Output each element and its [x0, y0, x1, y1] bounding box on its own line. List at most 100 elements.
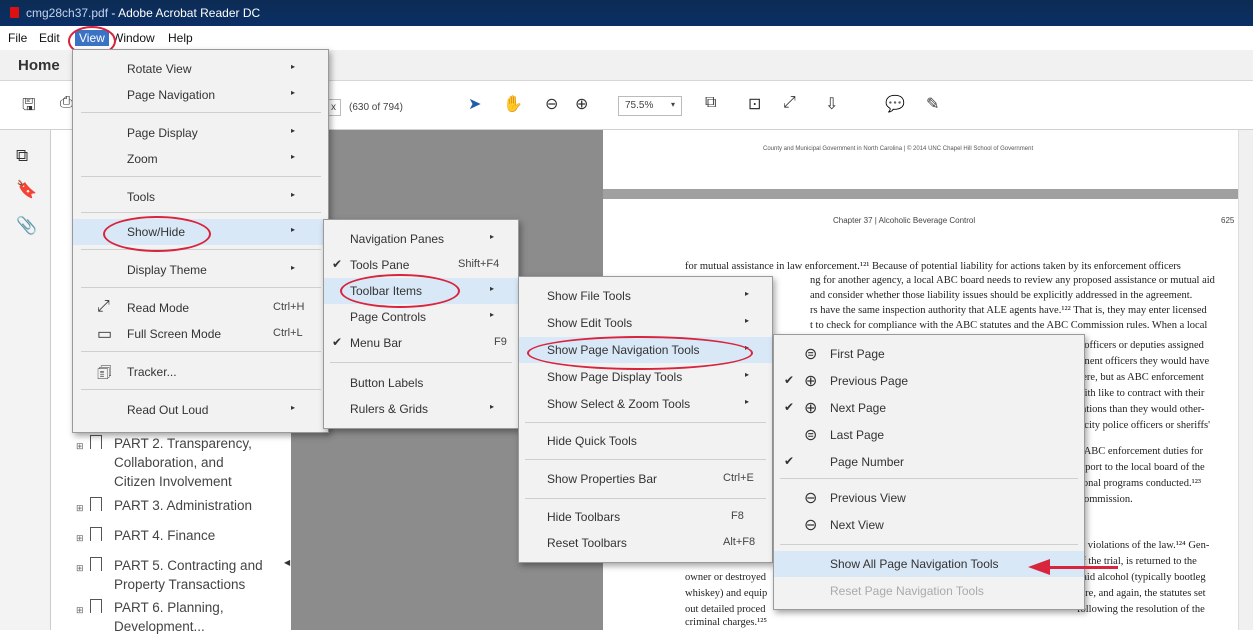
annotation-circle-toolbar-items	[340, 274, 460, 308]
bookmark-icon	[90, 557, 102, 571]
menu-item-menu-bar[interactable]: ✔ Menu Bar F9	[324, 330, 518, 356]
bookmark-icon	[90, 435, 102, 449]
menu-item-page-display[interactable]: Page Display ▸	[73, 120, 328, 146]
body-line: rs have the same inspection authority th…	[810, 305, 1207, 316]
menu-item-show-properties-bar[interactable]: Show Properties Bar Ctrl+E	[519, 466, 772, 492]
menu-item-read-out-loud[interactable]: Read Out Loud ▸	[73, 397, 328, 423]
menu-item-previous-view[interactable]: ⊖ Previous View	[774, 485, 1084, 511]
highlight-pen-icon[interactable]: ✎	[926, 94, 939, 114]
expand-icon[interactable]: ⊞	[76, 601, 84, 620]
menu-item-rotate-view[interactable]: Rotate View ▸	[73, 56, 328, 82]
expand-icon[interactable]: ⊞	[76, 529, 84, 548]
select-tool-icon[interactable]: ➤	[468, 94, 481, 114]
checkmark-icon: ✔	[332, 335, 343, 349]
menu-item-button-labels[interactable]: Button Labels	[324, 370, 518, 396]
body-line: Commission.	[1077, 494, 1133, 505]
body-line: with like to contract with their	[1077, 388, 1205, 399]
next-page-icon: ⊕	[804, 400, 818, 417]
full-screen-icon[interactable]: ⤢	[783, 94, 796, 112]
menu-item-show-file-tools[interactable]: Show File Tools ▸	[519, 283, 772, 309]
body-line: here, but as ABC enforcement	[1077, 372, 1204, 383]
menu-item-next-page[interactable]: ✔ ⊕ Next Page	[774, 395, 1084, 421]
menu-item-page-number[interactable]: ✔ Page Number	[774, 449, 1084, 475]
menu-item-page-navigation[interactable]: Page Navigation ▸	[73, 82, 328, 108]
body-line: tional programs conducted.¹²³	[1077, 478, 1202, 489]
menu-window[interactable]: Window	[112, 31, 155, 45]
page-number-field[interactable]: x (630 of 794)	[326, 99, 403, 116]
menu-separator	[81, 212, 321, 213]
zoom-in-icon[interactable]: ⊕	[575, 94, 588, 114]
menu-bar: File Edit View Window Help	[0, 26, 1253, 51]
menu-item-last-page[interactable]: ⊜ Last Page	[774, 422, 1084, 448]
menu-separator	[525, 422, 766, 423]
first-page-icon: ⊜	[804, 346, 818, 363]
menu-separator	[81, 287, 321, 288]
expand-icon[interactable]: ⊞	[76, 437, 84, 456]
menu-item-zoom[interactable]: Zoom ▸	[73, 146, 328, 172]
vertical-scrollbar[interactable]	[1238, 130, 1253, 630]
navigation-rail: ⧉ 🔖 📎	[0, 130, 51, 630]
page-gap	[603, 189, 1238, 199]
menu-item-display-theme[interactable]: Display Theme ▸	[73, 257, 328, 283]
body-line: ement officers they would have	[1077, 356, 1210, 367]
body-line: t to check for compliance with the ABC s…	[810, 320, 1208, 331]
menu-separator	[81, 249, 321, 250]
show-hide-submenu: Navigation Panes ▸ ✔ Tools Pane Shift+F4 To…	[323, 219, 519, 429]
menu-separator	[81, 112, 321, 113]
collapse-panel-icon[interactable]: ◀	[284, 558, 290, 567]
menu-edit[interactable]: Edit	[39, 31, 60, 45]
menu-item-tracker[interactable]: 🗊 Tracker...	[73, 359, 328, 385]
zoom-dropdown[interactable]: 75.5% ▾	[618, 96, 682, 116]
body-line: criminal charges.¹²⁵	[685, 617, 768, 628]
menu-item-previous-page[interactable]: ✔ ⊕ Previous Page	[774, 368, 1084, 394]
window-title: cmg28ch37.pdf - Adobe Acrobat Reader DC	[26, 6, 260, 20]
comment-icon[interactable]: 💬	[885, 94, 905, 114]
expand-icon[interactable]: ⊞	[76, 559, 84, 578]
tab-home[interactable]: Home	[18, 57, 60, 74]
save-icon[interactable]: 🖫	[22, 94, 36, 121]
attachment-icon[interactable]: 📎	[16, 216, 37, 236]
read-mode-icon: ⤢	[97, 298, 110, 315]
menu-help[interactable]: Help	[168, 31, 193, 45]
checkmark-icon: ✔	[784, 454, 795, 468]
menu-item-page-controls[interactable]: Page Controls ▸	[324, 304, 518, 330]
menu-item-reset-page-navigation-tools: Reset Page Navigation Tools	[830, 584, 984, 598]
menu-item-first-page[interactable]: ⊜ First Page	[774, 341, 1084, 367]
menu-file[interactable]: File	[8, 31, 27, 45]
bookmark-icon[interactable]: 🔖	[16, 180, 37, 200]
menu-item-read-mode[interactable]: ⤢ Read Mode Ctrl+H	[73, 295, 328, 321]
menu-item-full-screen-mode[interactable]: ▭ Full Screen Mode Ctrl+L	[73, 321, 328, 347]
menu-item-hide-quick-tools[interactable]: Hide Quick Tools	[519, 428, 772, 454]
body-line: cations than they would other-	[1077, 404, 1205, 415]
hand-tool-icon[interactable]: ✋	[503, 94, 523, 114]
zoom-out-icon[interactable]: ⊖	[545, 94, 558, 114]
menu-item-show-edit-tools[interactable]: Show Edit Tools ▸	[519, 310, 772, 336]
body-line: for mutual assistance in law enforcement…	[685, 261, 1181, 272]
body-line: whiskey) and equip	[685, 588, 768, 599]
menu-item-navigation-panes[interactable]: Navigation Panes ▸	[324, 226, 518, 252]
menu-item-show-select-zoom-tools[interactable]: Show Select & Zoom Tools ▸	[519, 391, 772, 417]
page-thumbnails-icon[interactable]: ⧉	[16, 146, 28, 166]
fit-page-icon[interactable]: ⧉	[705, 94, 716, 112]
tracker-icon: 🗊	[97, 365, 112, 382]
menu-separator	[330, 362, 512, 363]
checkmark-icon: ✔	[784, 373, 795, 387]
print-icon[interactable]: ⎙	[60, 94, 73, 112]
body-line: following the resolution of the	[1077, 604, 1205, 615]
menu-item-rulers-grids[interactable]: Rulers & Grids ▸	[324, 396, 518, 422]
expand-icon[interactable]: ⊞	[76, 499, 84, 518]
body-line: ture, and again, the statutes set	[1077, 588, 1206, 599]
chapter-heading: Chapter 37 | Alcoholic Beverage Control	[833, 216, 976, 225]
menu-item-tools[interactable]: Tools ▸	[73, 184, 328, 210]
zoom-value: 75.5%	[625, 100, 654, 111]
menu-item-reset-toolbars[interactable]: Reset Toolbars Alt+F8	[519, 530, 772, 556]
menu-item-next-view[interactable]: ⊖ Next View	[774, 512, 1084, 538]
menu-separator	[81, 176, 321, 177]
body-line: e city police officers or sheriffs'	[1077, 420, 1210, 431]
fit-width-icon[interactable]: ⊡	[748, 94, 761, 114]
body-line: out detailed proced	[685, 604, 766, 615]
scroll-mode-icon[interactable]: ⇩	[825, 94, 838, 114]
menu-separator	[525, 459, 766, 460]
last-page-icon: ⊜	[804, 427, 818, 444]
menu-item-hide-toolbars[interactable]: Hide Toolbars F8	[519, 504, 772, 530]
